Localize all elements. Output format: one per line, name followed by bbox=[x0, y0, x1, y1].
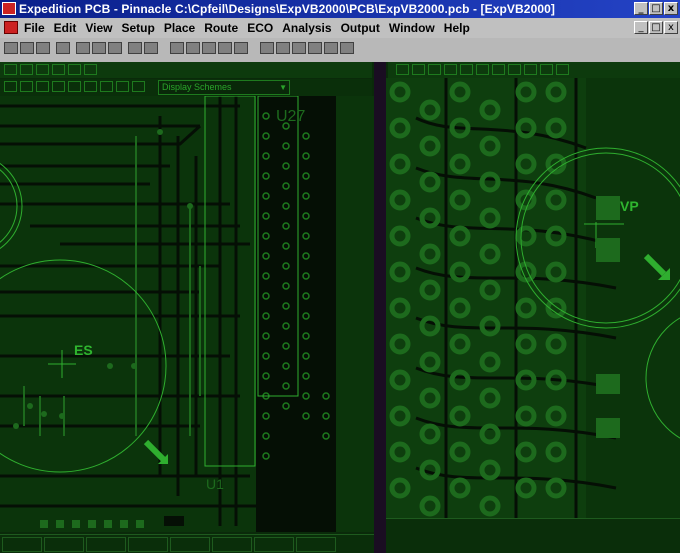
select-icon[interactable] bbox=[234, 42, 248, 54]
route-icon[interactable] bbox=[260, 42, 274, 54]
redo-icon[interactable] bbox=[144, 42, 158, 54]
plane-icon-right[interactable] bbox=[524, 64, 537, 75]
mdi-controls: _ □ x bbox=[634, 21, 678, 34]
moon-icon[interactable] bbox=[20, 81, 33, 92]
layer-icon[interactable] bbox=[4, 64, 17, 75]
display-scheme-select[interactable]: Display Schemes ▼ bbox=[158, 80, 290, 95]
print-icon[interactable] bbox=[56, 42, 70, 54]
menu-window[interactable]: Window bbox=[389, 21, 435, 35]
snap-icon[interactable] bbox=[68, 64, 81, 75]
view-splitter[interactable] bbox=[374, 62, 386, 553]
copy-icon[interactable] bbox=[92, 42, 106, 54]
left-view-toolbar bbox=[0, 62, 372, 78]
status-field bbox=[212, 537, 252, 552]
mdi-restore-button[interactable]: □ bbox=[649, 21, 663, 34]
filter-icon[interactable] bbox=[20, 64, 33, 75]
drc-icon[interactable] bbox=[340, 42, 354, 54]
mdi-minimize-button[interactable]: _ bbox=[634, 21, 648, 34]
check-icon-right[interactable] bbox=[540, 64, 553, 75]
document-icon[interactable] bbox=[4, 21, 18, 34]
cut-icon[interactable] bbox=[76, 42, 90, 54]
status-bar-right bbox=[386, 518, 680, 553]
route-icon-right[interactable] bbox=[508, 64, 521, 75]
pcb-layout-left bbox=[0, 96, 336, 532]
open-icon[interactable] bbox=[20, 42, 34, 54]
refresh-icon[interactable] bbox=[52, 81, 65, 92]
highlight-icon[interactable] bbox=[36, 64, 49, 75]
color-icon[interactable] bbox=[68, 81, 81, 92]
display-control-icon[interactable] bbox=[4, 81, 17, 92]
status-field bbox=[170, 537, 210, 552]
main-toolbar bbox=[0, 38, 680, 62]
menu-list: File Edit View Setup Place Route ECO Ana… bbox=[24, 21, 470, 35]
measure-icon[interactable] bbox=[324, 42, 338, 54]
pan-icon[interactable] bbox=[218, 42, 232, 54]
menu-setup[interactable]: Setup bbox=[121, 21, 154, 35]
menu-file[interactable]: File bbox=[24, 21, 45, 35]
layer-icon-right[interactable] bbox=[396, 64, 409, 75]
status-field bbox=[128, 537, 168, 552]
right-view-toolbar bbox=[388, 62, 680, 78]
menu-view[interactable]: View bbox=[85, 21, 112, 35]
status-field bbox=[296, 537, 336, 552]
status-bar-left bbox=[0, 534, 374, 553]
options-icon[interactable] bbox=[132, 81, 145, 92]
pcb-layout-right bbox=[386, 78, 680, 518]
status-field bbox=[86, 537, 126, 552]
via-icon-right[interactable] bbox=[492, 64, 505, 75]
window-controls: _ □ x bbox=[634, 2, 678, 15]
new-icon[interactable] bbox=[4, 42, 18, 54]
layers-icon[interactable] bbox=[116, 81, 129, 92]
drc-icon-right[interactable] bbox=[556, 64, 569, 75]
menu-output[interactable]: Output bbox=[341, 21, 380, 35]
pcb-canvas-left[interactable]: ES U27 U1 bbox=[0, 96, 374, 532]
pencil-icon[interactable] bbox=[84, 81, 97, 92]
undo-icon[interactable] bbox=[128, 42, 142, 54]
eye-icon[interactable] bbox=[100, 81, 113, 92]
status-field bbox=[2, 537, 42, 552]
mdi-close-button[interactable]: x bbox=[664, 21, 678, 34]
zoom-in-icon[interactable] bbox=[170, 42, 184, 54]
highlight-icon-right[interactable] bbox=[428, 64, 441, 75]
minimize-button[interactable]: _ bbox=[634, 2, 648, 15]
chevron-down-icon: ▼ bbox=[279, 83, 287, 92]
menu-edit[interactable]: Edit bbox=[54, 21, 77, 35]
zoom-out-icon[interactable] bbox=[186, 42, 200, 54]
menu-eco[interactable]: ECO bbox=[247, 21, 273, 35]
window-title: Expedition PCB - Pinnacle C:\Cpfeil\Desi… bbox=[19, 2, 555, 16]
component-label-u27: U27 bbox=[276, 108, 306, 125]
close-button[interactable]: x bbox=[664, 2, 678, 15]
zoom-fit-icon[interactable] bbox=[202, 42, 216, 54]
app-icon[interactable] bbox=[2, 2, 16, 15]
net-icon-right[interactable] bbox=[476, 64, 489, 75]
menu-analysis[interactable]: Analysis bbox=[282, 21, 331, 35]
grid-icon[interactable] bbox=[52, 64, 65, 75]
status-field bbox=[254, 537, 294, 552]
ref-label-es: ES bbox=[74, 342, 93, 358]
menu-place[interactable]: Place bbox=[164, 21, 195, 35]
save-icon[interactable] bbox=[36, 42, 50, 54]
status-field bbox=[44, 537, 84, 552]
via-icon[interactable] bbox=[276, 42, 290, 54]
expedition-pcb-window: Expedition PCB - Pinnacle C:\Cpfeil\Desi… bbox=[0, 0, 680, 553]
grid-icon-right[interactable] bbox=[444, 64, 457, 75]
paste-icon[interactable] bbox=[108, 42, 122, 54]
check-icon[interactable] bbox=[308, 42, 322, 54]
menu-help[interactable]: Help bbox=[444, 21, 470, 35]
pcb-canvas-right[interactable]: VP bbox=[386, 78, 680, 518]
menu-route[interactable]: Route bbox=[204, 21, 238, 35]
sun-icon[interactable] bbox=[36, 81, 49, 92]
snap-icon-right[interactable] bbox=[460, 64, 473, 75]
title-bar: Expedition PCB - Pinnacle C:\Cpfeil\Desi… bbox=[0, 0, 680, 18]
menu-bar: File Edit View Setup Place Route ECO Ana… bbox=[0, 18, 680, 38]
display-scheme-value: Display Schemes bbox=[162, 82, 232, 92]
net-icon[interactable] bbox=[84, 64, 97, 75]
ref-label-vp: VP bbox=[620, 198, 639, 214]
filter-icon-right[interactable] bbox=[412, 64, 425, 75]
maximize-button[interactable]: □ bbox=[649, 2, 663, 15]
plane-icon[interactable] bbox=[292, 42, 306, 54]
component-label-u1: U1 bbox=[206, 476, 224, 492]
